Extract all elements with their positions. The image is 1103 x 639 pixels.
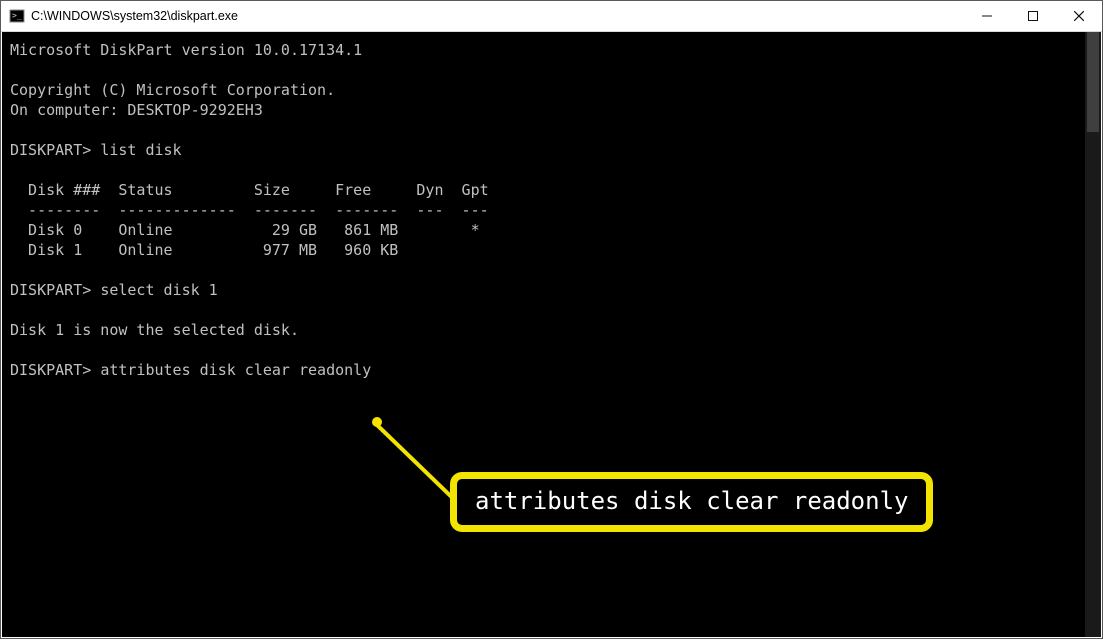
cmd-select-disk: select disk 1 [100,281,217,299]
window-title: C:\WINDOWS\system32\diskpart.exe [31,9,964,23]
scrollbar-thumb[interactable] [1087,32,1099,132]
prompt: DISKPART> [10,141,91,159]
prompt: DISKPART> [10,361,91,379]
callout-box: attributes disk clear readonly [450,472,933,532]
callout-text: attributes disk clear readonly [475,487,908,515]
disk-table-row: Disk 0 Online 29 GB 861 MB * [10,221,480,239]
app-icon: >_ [9,8,25,24]
cmd-attributes: attributes disk clear readonly [100,361,371,379]
disk-table-row: Disk 1 Online 977 MB 960 KB [10,241,398,259]
cmd-list-disk: list disk [100,141,181,159]
version-line: Microsoft DiskPart version 10.0.17134.1 [10,41,362,59]
terminal-output[interactable]: Microsoft DiskPart version 10.0.17134.1 … [2,32,1085,380]
terminal-client-area: Microsoft DiskPart version 10.0.17134.1 … [2,32,1101,637]
prompt: DISKPART> [10,281,91,299]
title-bar[interactable]: >_ C:\WINDOWS\system32\diskpart.exe [1,1,1102,32]
window-controls [964,1,1102,31]
computer-line: On computer: DESKTOP-9292EH3 [10,101,263,119]
disk-table-divider: -------- ------------- ------- ------- -… [10,201,489,219]
copyright-line: Copyright (C) Microsoft Corporation. [10,81,335,99]
terminal-viewport[interactable]: Microsoft DiskPart version 10.0.17134.1 … [2,32,1085,637]
vertical-scrollbar[interactable] [1085,32,1101,637]
minimize-button[interactable] [964,1,1010,31]
app-window: >_ C:\WINDOWS\system32\diskpart.exe Micr… [0,0,1103,639]
select-result: Disk 1 is now the selected disk. [10,321,299,339]
disk-table-header: Disk ### Status Size Free Dyn Gpt [10,181,489,199]
svg-text:>_: >_ [12,11,22,20]
close-button[interactable] [1056,1,1102,31]
maximize-button[interactable] [1010,1,1056,31]
